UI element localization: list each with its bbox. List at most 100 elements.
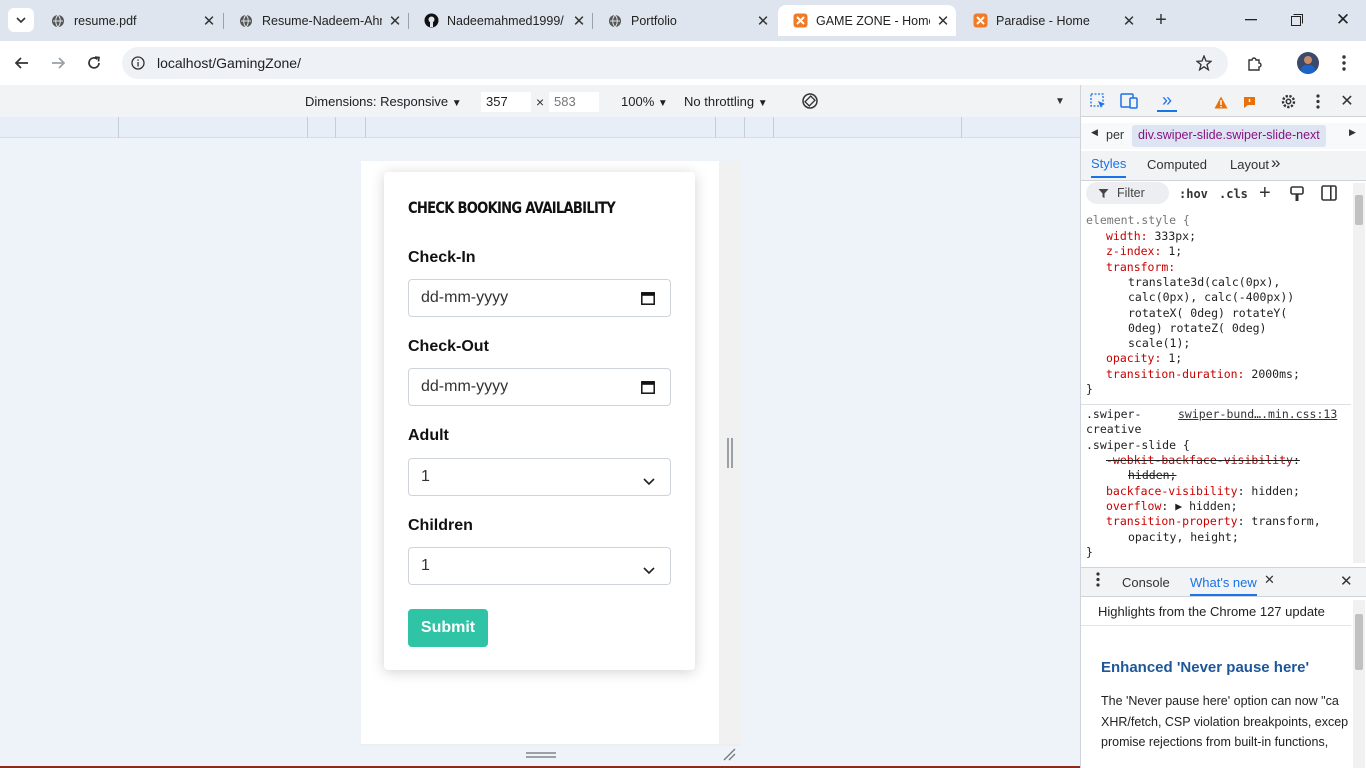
css-declaration[interactable]: -webkit-backface-visibility: bbox=[1106, 453, 1300, 467]
close-devtools-icon[interactable]: ✕ bbox=[1337, 90, 1357, 112]
drawer-scrollbar[interactable] bbox=[1353, 600, 1365, 768]
breadcrumb-right-arrow-icon[interactable]: ▶ bbox=[1349, 127, 1356, 138]
browser-tab-3[interactable]: Nadeemahmed1999/ ✕ bbox=[409, 5, 592, 36]
browser-tab-4[interactable]: Portfolio ✕ bbox=[593, 5, 776, 36]
new-tab-button[interactable]: + bbox=[1150, 9, 1172, 31]
github-icon bbox=[423, 13, 439, 29]
toggle-sidebar-icon[interactable] bbox=[1320, 184, 1338, 202]
css-declaration[interactable]: backface-visibility: hidden; bbox=[1106, 484, 1300, 498]
css-declaration[interactable]: overflow: ▶ hidden; bbox=[1106, 499, 1238, 513]
tab-layout[interactable]: Layout bbox=[1230, 157, 1269, 172]
css-declaration[interactable]: transition-property: transform, bbox=[1106, 514, 1321, 528]
css-declaration[interactable]: opacity, height; bbox=[1128, 530, 1239, 544]
close-icon[interactable]: ✕ bbox=[566, 12, 592, 30]
calendar-icon[interactable] bbox=[641, 380, 655, 399]
address-bar[interactable]: localhost/GamingZone/ bbox=[122, 47, 1228, 79]
resize-handle-corner[interactable] bbox=[722, 747, 736, 761]
new-rule-plus-icon[interactable]: + bbox=[1259, 182, 1271, 205]
browser-tab-2[interactable]: Resume-Nadeem-Ahmed ✕ bbox=[224, 5, 408, 36]
more-vertical-icon[interactable] bbox=[1311, 91, 1325, 111]
globe-icon bbox=[607, 13, 623, 29]
close-icon[interactable]: ✕ bbox=[1116, 12, 1142, 30]
extensions-button[interactable] bbox=[1243, 52, 1267, 74]
css-declaration[interactable]: hidden; bbox=[1128, 468, 1176, 482]
height-input[interactable]: 583 bbox=[549, 92, 599, 112]
zoom-select[interactable]: 100% ▼ bbox=[621, 94, 668, 109]
css-declaration[interactable]: z-index: 1; bbox=[1106, 244, 1182, 258]
reload-button[interactable] bbox=[82, 51, 106, 75]
issues-icon[interactable] bbox=[1241, 94, 1257, 110]
media-query-ruler bbox=[0, 117, 1080, 138]
css-declaration[interactable]: translate3d(calc(0px), bbox=[1128, 275, 1280, 289]
calendar-icon[interactable] bbox=[641, 291, 655, 310]
drawer-tab-whats-new[interactable]: What's new bbox=[1190, 575, 1257, 596]
css-declaration[interactable]: 0deg) rotateZ( 0deg) bbox=[1128, 321, 1266, 335]
drawer-menu-icon[interactable] bbox=[1096, 572, 1100, 590]
breadcrumb-left-arrow-icon[interactable]: ◀ bbox=[1091, 127, 1098, 138]
paint-brush-icon[interactable] bbox=[1288, 185, 1306, 203]
back-button[interactable] bbox=[10, 51, 34, 75]
breadcrumb-prev[interactable]: per bbox=[1106, 128, 1124, 142]
close-drawer-icon[interactable]: ✕ bbox=[1340, 572, 1353, 590]
close-icon[interactable]: ✕ bbox=[750, 12, 776, 30]
tab-computed[interactable]: Computed bbox=[1147, 157, 1207, 172]
adult-select[interactable]: 1 bbox=[408, 458, 671, 496]
settings-gear-icon[interactable] bbox=[1278, 91, 1298, 111]
styles-filter-input[interactable]: Filter bbox=[1086, 182, 1169, 204]
device-toggle-icon[interactable] bbox=[1119, 92, 1139, 110]
resize-handle-bottom[interactable] bbox=[526, 752, 556, 758]
rule2-selector-line: .swiper- bbox=[1086, 407, 1142, 421]
css-declaration[interactable]: rotateX( 0deg) rotateY( bbox=[1128, 306, 1287, 320]
dimensions-select[interactable]: Dimensions: Responsive ▼ bbox=[305, 94, 462, 109]
forward-button[interactable] bbox=[46, 51, 70, 75]
device-options-caret-icon[interactable]: ▼ bbox=[1055, 96, 1065, 107]
submit-button[interactable]: Submit bbox=[408, 609, 488, 647]
css-declaration[interactable]: scale(1); bbox=[1128, 336, 1190, 350]
checkout-label: Check-Out bbox=[408, 338, 489, 355]
close-icon[interactable]: ✕ bbox=[382, 12, 408, 30]
form-title: CHECK BOOKING AVAILABILITY bbox=[408, 198, 616, 217]
css-declaration[interactable]: opacity: 1; bbox=[1106, 351, 1182, 365]
inspect-element-icon[interactable] bbox=[1089, 92, 1107, 110]
width-input[interactable]: 357 bbox=[481, 92, 531, 112]
tab-search-button[interactable] bbox=[8, 8, 34, 32]
avatar[interactable] bbox=[1297, 52, 1319, 74]
close-icon[interactable]: ✕ bbox=[930, 12, 956, 30]
css-declaration[interactable]: calc(0px), calc(-400px)) bbox=[1128, 290, 1294, 304]
hov-toggle[interactable]: :hov bbox=[1179, 187, 1208, 201]
date-placeholder: dd-mm-yyyy bbox=[421, 378, 509, 395]
checkin-date-input[interactable]: dd-mm-yyyy bbox=[408, 279, 671, 317]
close-icon[interactable]: ✕ bbox=[196, 12, 222, 30]
site-info-icon[interactable] bbox=[128, 53, 148, 73]
children-select[interactable]: 1 bbox=[408, 547, 671, 585]
checkout-date-input[interactable]: dd-mm-yyyy bbox=[408, 368, 671, 406]
stylesheet-link[interactable]: swiper-bund….min.css:13 bbox=[1178, 407, 1337, 421]
drawer-tab-console[interactable]: Console bbox=[1122, 575, 1170, 590]
cls-toggle[interactable]: .cls bbox=[1219, 187, 1248, 201]
tab-styles[interactable]: Styles bbox=[1091, 156, 1127, 178]
browser-menu-button[interactable] bbox=[1334, 52, 1354, 74]
more-panels-icon[interactable]: » bbox=[1157, 90, 1177, 112]
more-tabs-icon[interactable]: » bbox=[1271, 153, 1280, 173]
restore-button[interactable] bbox=[1282, 8, 1312, 32]
whats-new-header: Highlights from the Chrome 127 update bbox=[1098, 604, 1325, 619]
breadcrumb-current[interactable]: div.swiper-slide.swiper-slide-next bbox=[1132, 125, 1326, 147]
browser-tab-6[interactable]: Paradise - Home ✕ bbox=[958, 5, 1142, 36]
browser-tab-5[interactable]: GAME ZONE - Home ✕ bbox=[778, 5, 956, 36]
css-declaration[interactable]: transform: bbox=[1106, 260, 1175, 274]
css-declaration[interactable]: transition-duration: 2000ms; bbox=[1106, 367, 1300, 381]
css-declaration[interactable]: width: 333px; bbox=[1106, 229, 1196, 243]
resize-handle-right[interactable] bbox=[727, 438, 733, 468]
rule-selector: element.style { bbox=[1086, 213, 1190, 227]
throttle-select[interactable]: No throttling ▼ bbox=[684, 94, 768, 109]
rotate-button[interactable] bbox=[799, 90, 821, 112]
close-tab-icon[interactable]: ✕ bbox=[1264, 572, 1275, 588]
whats-new-title[interactable]: Enhanced 'Never pause here' bbox=[1101, 659, 1309, 676]
close-window-button[interactable]: ✕ bbox=[1328, 8, 1358, 32]
children-selected-value: 1 bbox=[421, 557, 430, 574]
bookmark-star-icon[interactable] bbox=[1194, 53, 1214, 73]
styles-scrollbar[interactable] bbox=[1353, 183, 1365, 563]
warning-icon[interactable] bbox=[1213, 94, 1229, 110]
minimize-button[interactable] bbox=[1236, 8, 1266, 32]
browser-tab-1[interactable]: resume.pdf ✕ bbox=[36, 5, 222, 36]
